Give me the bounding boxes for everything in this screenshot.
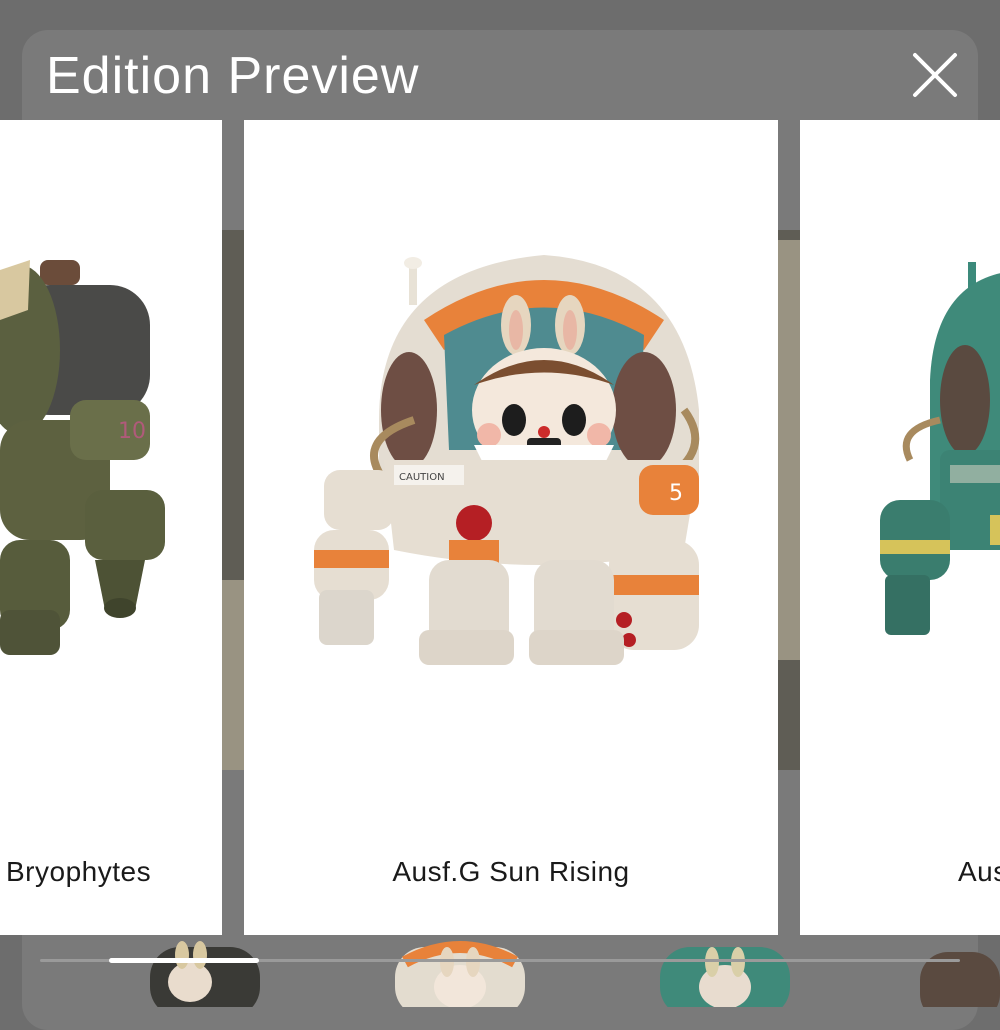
- thumbnail-scrollbar-thumb[interactable]: [109, 958, 259, 963]
- edition-card-label: Aus: [958, 856, 1000, 887]
- figure-thumbnail-dark-icon[interactable]: [130, 937, 280, 1007]
- close-icon: [913, 53, 957, 97]
- close-button[interactable]: [912, 52, 958, 98]
- figure-image: CAUTION 5: [314, 255, 700, 665]
- edition-card-previous[interactable]: 10 Bryophytes: [0, 120, 222, 935]
- figure-thumbnail-orange-icon[interactable]: [385, 937, 535, 1007]
- figure-image: 10: [0, 260, 165, 655]
- dialog-title: Edition Preview: [46, 47, 420, 105]
- svg-text:5: 5: [669, 481, 683, 506]
- figure-thumbnail-partial-icon[interactable]: [915, 937, 1000, 1007]
- svg-text:10: 10: [118, 419, 146, 444]
- svg-text:CAUTION: CAUTION: [399, 472, 445, 483]
- figure-thumbnail-teal-icon[interactable]: [650, 937, 800, 1007]
- edition-card-label: Ausf.G Sun Rising: [392, 856, 630, 887]
- edition-card-label: Bryophytes: [6, 856, 152, 887]
- edition-card-current[interactable]: CAUTION 5 Ausf.G Sun Rising: [244, 120, 778, 935]
- background-box-art: [222, 580, 246, 770]
- background-box-art: [778, 240, 800, 660]
- thumbnail-strip: [0, 935, 1000, 1007]
- dialog-header: Edition Preview: [22, 30, 978, 120]
- edition-card-next[interactable]: Aus: [800, 120, 1000, 935]
- figure-image: [880, 262, 1000, 635]
